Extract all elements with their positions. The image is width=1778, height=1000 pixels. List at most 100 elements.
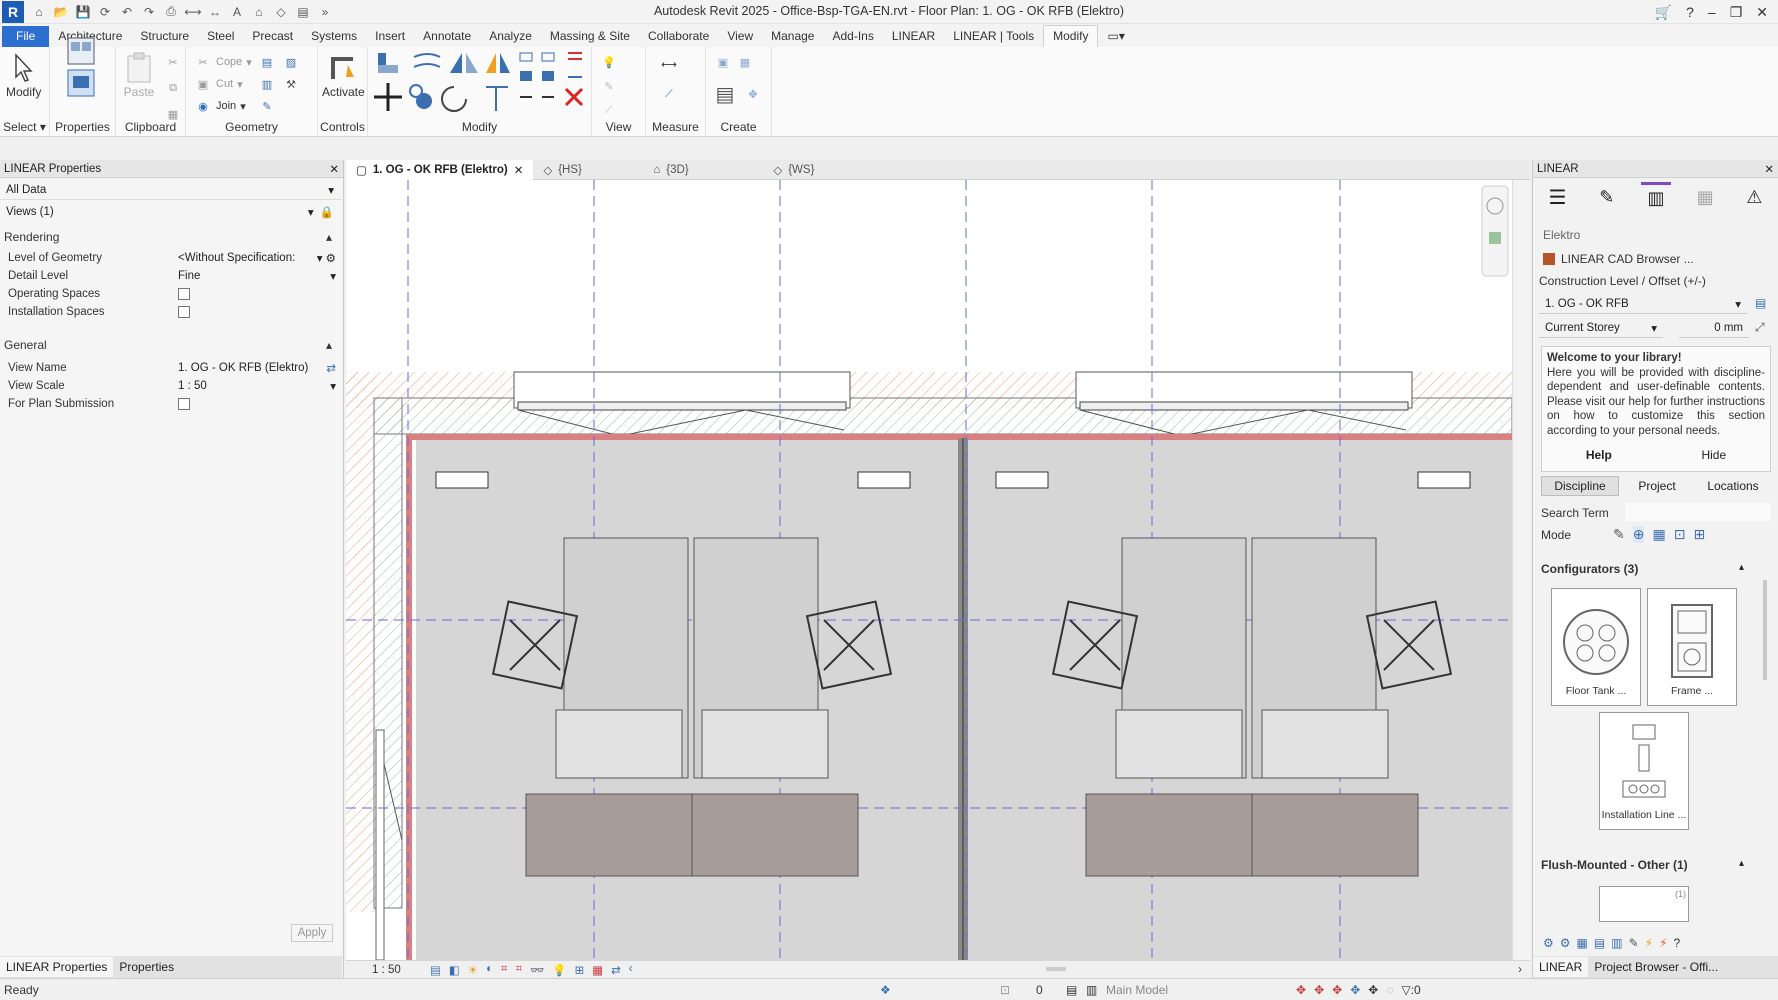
worksets-icon[interactable]: ❖ xyxy=(880,983,1000,997)
scroll-left-icon[interactable]: ‹ xyxy=(629,963,633,977)
flush-mounted-header[interactable]: Flush-Mounted - Other (1) xyxy=(1541,858,1688,872)
collapse-icon[interactable]: ▴ xyxy=(1739,562,1744,573)
select-group-label[interactable]: Select ▾ xyxy=(0,120,49,134)
revit-logo[interactable]: R xyxy=(2,0,24,23)
linework-icon[interactable]: ⟋ xyxy=(600,101,618,119)
modify-tools-icons[interactable] xyxy=(368,47,592,117)
tab-floor-plan[interactable]: ▢ 1. OG - OK RFB (Elektro) ✕ xyxy=(346,159,534,180)
tab-locations[interactable]: Locations xyxy=(1695,476,1771,496)
tool-cable-icon[interactable]: ⚙ xyxy=(1543,936,1554,950)
tool-lightning-2-icon[interactable]: ⚡ xyxy=(1659,936,1667,950)
library-icon[interactable]: ▥ xyxy=(1640,182,1671,212)
wall-joins-icon[interactable]: ▤ xyxy=(258,53,276,71)
links-icon[interactable]: ▥ xyxy=(1086,983,1106,997)
horizontal-scroll-thumb[interactable] xyxy=(1046,967,1066,971)
menu-tab-systems[interactable]: Systems xyxy=(302,26,366,47)
menu-tab-collaborate[interactable]: Collaborate xyxy=(639,26,718,47)
search-input[interactable] xyxy=(1625,503,1771,521)
menu-tab-insert[interactable]: Insert xyxy=(366,26,414,47)
text-icon[interactable]: A xyxy=(228,4,246,20)
property-value[interactable]: 1. OG - OK RFB (Elektro) ⇄ xyxy=(172,361,342,375)
override-icon[interactable]: ✎ xyxy=(600,77,618,95)
property-value[interactable]: <Without Specification: ▾ ⚙ xyxy=(172,251,342,265)
create-parts-icon[interactable]: ▦ xyxy=(736,53,754,71)
tab-properties[interactable]: Properties xyxy=(113,957,180,977)
menu-tab-structure[interactable]: Structure xyxy=(131,26,198,47)
help-button[interactable]: Help xyxy=(1586,448,1612,462)
attach-icon[interactable]: ▨ xyxy=(282,53,300,71)
menu-tab-modify[interactable]: Modify xyxy=(1043,25,1099,47)
minimize-button[interactable]: – xyxy=(1708,4,1716,20)
level-dropdown[interactable]: 1. OG - OK RFB ▾ xyxy=(1539,294,1747,314)
open-icon[interactable]: 📂 xyxy=(52,4,70,20)
cut-tool[interactable]: ▣ Cut ▾ xyxy=(194,75,243,93)
create-group-icon[interactable]: ▤ xyxy=(710,84,740,106)
3d-view-icon[interactable]: ⌂ xyxy=(250,4,268,20)
paste-button[interactable]: Paste xyxy=(122,51,156,99)
home-icon[interactable]: ⌂ xyxy=(30,4,48,20)
ribbon-toggle-icon[interactable]: ▭▾ xyxy=(1098,26,1133,47)
level-settings-icon[interactable]: ▤ xyxy=(1755,296,1766,310)
sync-icon[interactable]: ⟳ xyxy=(96,4,114,20)
rendering-section[interactable]: Rendering ▴ xyxy=(0,226,342,248)
cope-tool[interactable]: ✂ Cope ▾ xyxy=(194,53,251,71)
select-links-icon[interactable]: ✥ xyxy=(1296,983,1306,997)
restore-button[interactable]: ❐ xyxy=(1730,4,1743,21)
design-options-icon[interactable]: ⊡ xyxy=(1000,983,1036,997)
dimension-icon[interactable]: ↔ xyxy=(206,4,224,20)
save-icon[interactable]: 💾 xyxy=(74,4,92,20)
tool-edit-icon[interactable]: ✎ xyxy=(1629,936,1639,950)
switch-windows-icon[interactable]: ▤ xyxy=(294,4,312,20)
tool-route-icon[interactable]: ⚙ xyxy=(1560,936,1571,950)
close-panel-icon[interactable]: ✕ xyxy=(1764,162,1774,176)
cut-icon[interactable]: ✂ xyxy=(164,53,182,71)
menu-tab-manage[interactable]: Manage xyxy=(762,26,823,47)
close-button[interactable]: ✕ xyxy=(1756,4,1768,21)
tab-linear[interactable]: LINEAR xyxy=(1533,957,1589,977)
menu-tab-file[interactable]: File xyxy=(2,26,50,47)
measure-icon[interactable]: ⟷ xyxy=(184,4,202,20)
property-value[interactable] xyxy=(172,288,342,300)
chevron-down-icon[interactable]: ▾ xyxy=(330,269,336,283)
select-face-icon[interactable]: ✥ xyxy=(1350,983,1360,997)
filter-dropdown[interactable]: All Data ▾ xyxy=(0,180,342,200)
shadows-icon[interactable]: ◐ xyxy=(486,963,493,977)
measure-distance-icon[interactable]: ⟷ xyxy=(654,55,684,73)
activate-button[interactable]: Activate xyxy=(322,51,365,99)
property-value[interactable] xyxy=(172,398,342,410)
crop-icon[interactable]: ⌗ xyxy=(501,963,507,977)
close-tab-icon[interactable]: ✕ xyxy=(514,163,524,177)
menu-tab-precast[interactable]: Precast xyxy=(243,26,302,47)
background-process-icon[interactable]: ◌ xyxy=(1386,983,1393,997)
pipette-icon[interactable]: ✎ xyxy=(1613,526,1625,543)
property-value[interactable]: Fine ▾ xyxy=(172,269,342,283)
more-icon[interactable]: » xyxy=(316,4,334,20)
redo-icon[interactable]: ↷ xyxy=(140,4,158,20)
demolish-icon[interactable]: ⚒ xyxy=(282,75,300,93)
join-tool[interactable]: ◉ Join ▾ xyxy=(194,97,246,115)
copy-icon[interactable]: ⧉ xyxy=(164,79,182,97)
edit-icon[interactable]: ✎ xyxy=(1592,182,1622,212)
tool-box-icon[interactable]: ▥ xyxy=(1611,936,1622,950)
tab-ws[interactable]: ◇ {WS} xyxy=(763,160,873,180)
offset-input[interactable]: 0 mm xyxy=(1679,318,1749,338)
tab-project[interactable]: Project xyxy=(1619,476,1695,496)
warning-icon[interactable]: ⚠ xyxy=(1739,182,1769,212)
gear-icon[interactable]: ▾ ⚙ xyxy=(317,251,336,265)
hide-icon[interactable]: 💡 xyxy=(600,53,618,71)
menu-tab-linear-tools[interactable]: LINEAR | Tools xyxy=(944,26,1043,47)
view-scale[interactable]: 1 : 50 xyxy=(346,964,430,976)
lock-icon[interactable]: 🔒 xyxy=(320,205,342,219)
hide-button[interactable]: Hide xyxy=(1701,448,1726,462)
filter-icon[interactable]: ▽ xyxy=(1401,983,1410,997)
drawing-canvas[interactable] xyxy=(346,180,1512,960)
tab-hs[interactable]: ◇ {HS} xyxy=(533,160,643,180)
menu-icon[interactable]: ☰ xyxy=(1543,182,1573,212)
calculator-icon[interactable]: ▦ xyxy=(1690,182,1720,212)
library-scrollbar[interactable] xyxy=(1761,560,1769,860)
flush-mounted-card[interactable]: (1) xyxy=(1599,886,1689,922)
configurators-header[interactable]: Configurators (3) xyxy=(1541,562,1638,576)
tab-linear-properties[interactable]: LINEAR Properties xyxy=(0,957,114,977)
pick-level-icon[interactable]: ⤢ xyxy=(1755,320,1765,335)
create-similar-icon[interactable]: ✥ xyxy=(744,85,762,103)
